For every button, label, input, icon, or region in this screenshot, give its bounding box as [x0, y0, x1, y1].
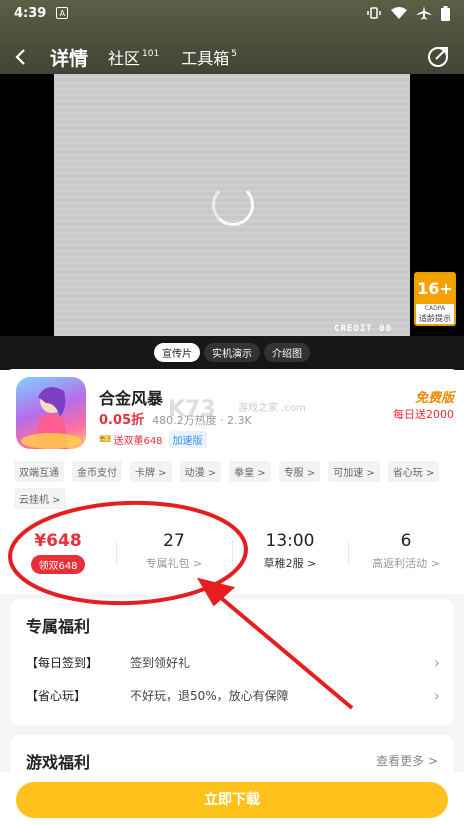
tab-community[interactable]: 社区 101 [108, 45, 159, 69]
age-rating-badge: 16+ CADPA 适龄提示 [414, 272, 456, 326]
chevron-right-icon: › [433, 686, 440, 705]
stat-gift-packs-value: 27 [163, 531, 185, 551]
section-title: 专属福利 [26, 617, 91, 636]
age-rating-value: 16+ [416, 274, 454, 304]
claim-double-pill[interactable]: 领双648 [31, 555, 85, 574]
a-notification-icon: A [56, 7, 69, 19]
share-icon[interactable] [426, 45, 450, 69]
wifi-icon [391, 7, 407, 19]
loading-spinner-icon [212, 184, 254, 226]
welfare-row-value: 签到领好礼 [130, 656, 191, 670]
status-time: 4:39 [14, 5, 47, 21]
download-bar: 立即下载 [0, 772, 464, 824]
tag-item[interactable]: 专服 > [278, 461, 321, 482]
credit-text: CREDIT 00 [334, 324, 392, 334]
free-version-title: 免费版 [414, 391, 454, 406]
welfare-row-key: 【省心玩】 [26, 689, 87, 703]
stat-server-label: 草稚2服 > [263, 557, 317, 570]
tag-item[interactable]: 金币支付 [72, 461, 122, 482]
stat-rebate-label: 高返利活动 > [372, 557, 440, 570]
welfare-row-worry-free[interactable]: 【省心玩】 不好玩，退50%，放心有保障 › [26, 686, 440, 705]
free-version-subtitle: 每日送2000 [393, 408, 454, 421]
stat-server[interactable]: 13:00 草稚2服 > [232, 527, 348, 583]
vibrate-icon [367, 7, 381, 19]
tab-toolbox-count: 5 [231, 49, 237, 59]
stat-gift-packs-label: 专属礼包 > [145, 557, 203, 570]
download-button[interactable]: 立即下载 [16, 782, 448, 818]
game-icon [16, 377, 86, 449]
stat-recharge-value: ¥648 [34, 531, 82, 551]
chevron-right-icon: › [433, 653, 440, 672]
detail-card: K73 游戏之家 .com 合金风暴 0.05折 480.2万热度 · 2.3K… [0, 369, 464, 824]
discount-row: 0.05折 480.2万热度 · 2.3K [99, 409, 252, 428]
stat-recharge[interactable]: ¥648 领双648 [0, 527, 116, 583]
nav-title[interactable]: 详情 [50, 44, 88, 71]
view-more-link[interactable]: 查看更多 > [376, 752, 438, 769]
age-rating-tip: 适龄提示 [419, 314, 451, 323]
tag-item[interactable]: 卡牌 > [130, 461, 172, 482]
ticket-icon: 🎫 [99, 434, 112, 445]
tab-toolbox[interactable]: 工具箱 5 [181, 45, 237, 69]
video-player[interactable]: CREDIT 00 16+ CADPA 适龄提示 [0, 74, 464, 336]
stat-gift-packs[interactable]: 27 专属礼包 > [116, 527, 232, 583]
tag-item[interactable]: 拳皇 > [229, 461, 271, 482]
stat-rebate-value: 6 [400, 531, 412, 551]
gift-tag-label: 送双董648 [113, 436, 163, 447]
discount-value: 0.05折 [99, 413, 145, 428]
tag-item[interactable]: 双端互通 [14, 461, 64, 482]
media-tab-screenshots[interactable]: 介绍图 [264, 343, 310, 362]
battery-icon [441, 5, 450, 21]
welfare-row-checkin[interactable]: 【每日签到】 签到领好礼 › [26, 653, 440, 672]
game-info: K73 游戏之家 .com 合金风暴 0.05折 480.2万热度 · 2.3K… [0, 369, 464, 594]
section-title: 游戏福利 [26, 753, 91, 772]
video-frame: CREDIT 00 [54, 74, 410, 336]
tab-community-count: 101 [142, 49, 160, 59]
back-icon[interactable] [14, 46, 36, 68]
tab-community-label: 社区 [108, 49, 141, 68]
tag-list: 双端互通 金币支付 卡牌 > 动漫 > 拳皇 > 专服 > 可加速 > 省心玩 … [14, 461, 454, 509]
tag-item[interactable]: 可加速 > [328, 461, 380, 482]
media-tab-gameplay[interactable]: 实机演示 [204, 343, 260, 362]
stats-row: ¥648 领双648 27 专属礼包 > 13:00 草稚2服 > 6 高返利活… [0, 527, 464, 583]
age-rating-org: CADPA [424, 305, 446, 312]
game-meta: 480.2万热度 · 2.3K [152, 414, 252, 427]
welfare-row-value: 不好玩，退50%，放心有保障 [130, 689, 289, 703]
stat-server-value: 13:00 [265, 531, 315, 551]
welfare-row-key: 【每日签到】 [26, 656, 99, 670]
tag-item[interactable]: 动漫 > [179, 461, 222, 482]
speed-tag: 加速版 [168, 431, 207, 448]
navbar: 详情 社区 101 工具箱 5 [0, 40, 464, 74]
media-tabs: 宣传片 实机演示 介绍图 [0, 343, 464, 362]
gift-row: 🎫 送双董648 加速版 [99, 431, 207, 448]
tab-toolbox-label: 工具箱 [181, 49, 230, 68]
tag-item[interactable]: 省心玩 > [387, 461, 440, 482]
airplane-icon [417, 6, 431, 20]
game-name: 合金风暴 [99, 389, 164, 408]
tag-item[interactable]: 云挂机 > [14, 488, 66, 509]
stat-rebate[interactable]: 6 高返利活动 > [348, 527, 464, 583]
exclusive-welfare-section: 专属福利 【每日签到】 签到领好礼 › 【省心玩】 不好玩，退50%，放心有保障… [10, 599, 454, 725]
gift-tag: 🎫 送双董648 [99, 432, 163, 447]
status-bar: 4:39 A [0, 0, 464, 26]
media-tab-promo[interactable]: 宣传片 [154, 343, 200, 362]
header-area: 4:39 A 详情 社区 101 工具箱 5 CREDIT 00 16+ CAD… [0, 0, 464, 370]
free-version-badge: 免费版 每日送2000 [393, 387, 454, 422]
